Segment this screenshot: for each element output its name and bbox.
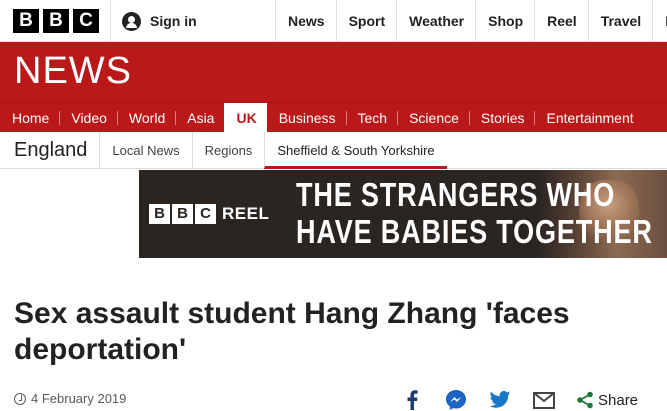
bbc-logo[interactable]: B B C <box>13 9 99 33</box>
nav-item-science[interactable]: Science <box>397 103 469 132</box>
share-icon <box>577 391 593 409</box>
global-nav-shop[interactable]: Shop <box>475 0 534 42</box>
reel-logo-suffix: REEL <box>222 204 270 223</box>
bbc-logo-letter: B <box>43 9 69 33</box>
global-nav-news[interactable]: News <box>275 0 336 42</box>
nav-item-video[interactable]: Video <box>59 103 117 132</box>
article-date: 4 February 2019 <box>14 391 126 406</box>
global-nav-weather[interactable]: Weather <box>396 0 475 42</box>
regional-sub-nav: England Local News Regions Sheffield & S… <box>0 131 667 169</box>
promo-headline: THE STRANGERS WHO HAVE BABIES TOGETHER <box>296 176 653 250</box>
promo-headline-line: THE STRANGERS WHO <box>296 176 616 213</box>
divider <box>110 0 111 42</box>
sign-in-label: Sign in <box>150 13 197 29</box>
promo-headline-line: HAVE BABIES TOGETHER <box>296 213 653 250</box>
global-nav: News Sport Weather Shop Reel Travel Mo <box>275 0 667 42</box>
subnav-item-sheffield[interactable]: Sheffield & South Yorkshire <box>264 131 447 169</box>
bbc-logo-letter: C <box>73 9 99 33</box>
date-text: 4 February 2019 <box>31 391 127 406</box>
nav-item-asia[interactable]: Asia <box>175 103 224 132</box>
nav-item-entertainment[interactable]: Entertainment <box>534 103 643 132</box>
facebook-icon[interactable] <box>400 389 424 411</box>
bbc-logo-letter: B <box>13 9 39 33</box>
bbc-reel-logo: B B C REEL <box>149 204 269 224</box>
twitter-icon[interactable] <box>488 389 512 411</box>
news-wordmark[interactable]: NEWS <box>14 50 132 93</box>
reel-promo-banner[interactable]: B B C REEL THE STRANGERS WHO HAVE BABIES… <box>139 170 667 258</box>
global-nav-more[interactable]: Mo <box>652 0 667 42</box>
share-tools: Share <box>400 388 638 411</box>
sign-in-link[interactable]: Sign in <box>122 0 197 42</box>
reel-logo-letter: C <box>195 204 216 224</box>
nav-item-stories[interactable]: Stories <box>468 103 535 132</box>
messenger-icon[interactable] <box>444 389 468 411</box>
nav-item-tech[interactable]: Tech <box>345 103 398 132</box>
news-main-nav: Home Video World Asia UK Business Tech S… <box>0 102 667 132</box>
article-title: Sex assault student Hang Zhang 'faces de… <box>14 297 570 366</box>
reel-logo-letter: B <box>149 204 170 224</box>
clock-icon <box>14 392 26 405</box>
nav-item-world[interactable]: World <box>116 103 175 132</box>
nav-item-business[interactable]: Business <box>267 103 346 132</box>
region-title[interactable]: England <box>0 139 99 162</box>
reel-logo-letter: B <box>172 204 193 224</box>
share-button[interactable]: Share <box>576 391 638 409</box>
nav-item-uk[interactable]: UK <box>224 103 267 132</box>
global-top-bar: B B C Sign in News Sport Weather Shop Re… <box>0 0 667 42</box>
subnav-item-regions[interactable]: Regions <box>191 131 265 169</box>
nav-item-home[interactable]: Home <box>0 103 59 132</box>
global-nav-reel[interactable]: Reel <box>534 0 588 42</box>
subnav-item-local-news[interactable]: Local News <box>99 131 191 169</box>
share-label: Share <box>598 391 639 409</box>
user-icon <box>122 11 141 31</box>
global-nav-sport[interactable]: Sport <box>335 0 397 42</box>
email-icon[interactable] <box>532 389 556 411</box>
global-nav-travel[interactable]: Travel <box>587 0 652 42</box>
